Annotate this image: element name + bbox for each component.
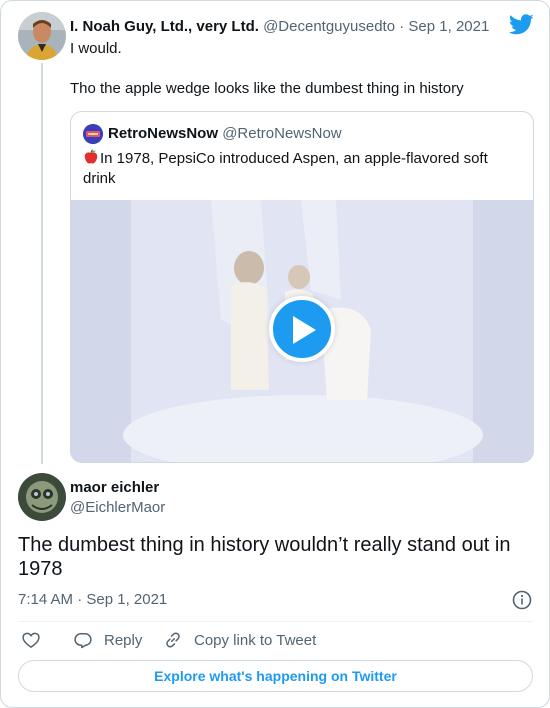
play-icon: [293, 316, 316, 344]
tweet-embed-card: I. Noah Guy, Ltd., very Ltd. @Decentguyu…: [0, 0, 550, 708]
copy-link-button[interactable]: Copy link to Tweet: [163, 629, 316, 651]
reply-handle[interactable]: @EichlerMaor: [70, 498, 165, 518]
like-button[interactable]: [21, 629, 52, 651]
quoted-tweet-text-block: In 1978, PepsiCo introduced Aspen, an ap…: [83, 149, 523, 189]
parent-text-line2: Tho the apple wedge looks like the dumbe…: [70, 80, 464, 97]
quoted-tweet[interactable]: RetroNewsNow @RetroNewsNow In 1978, Peps…: [70, 111, 534, 463]
quoted-author-avatar: [83, 124, 103, 144]
parent-display-name[interactable]: I. Noah Guy, Ltd., very Ltd.: [70, 18, 259, 35]
twitter-bird-icon[interactable]: [509, 14, 534, 35]
header-separator: ·: [399, 18, 405, 35]
reply-button[interactable]: Reply: [73, 629, 142, 651]
parent-author-avatar[interactable]: [18, 12, 66, 60]
thread-connector-line: [41, 63, 43, 464]
info-icon[interactable]: [511, 589, 533, 611]
explore-twitter-button[interactable]: Explore what's happening on Twitter: [18, 660, 533, 692]
play-button[interactable]: [269, 296, 335, 362]
parent-handle[interactable]: @Decentguyusedto: [263, 18, 395, 35]
quoted-tweet-header: RetroNewsNow @RetroNewsNow: [108, 125, 342, 143]
parent-text-line1: I would.: [70, 40, 122, 57]
reply-author-avatar[interactable]: [18, 473, 66, 521]
apple-emoji-icon: [84, 149, 98, 164]
reply-display-name[interactable]: maor eichler: [70, 478, 159, 498]
reply-button-label: Reply: [104, 631, 143, 649]
copy-link-label: Copy link to Tweet: [194, 631, 317, 649]
quoted-handle: @RetroNewsNow: [222, 125, 342, 142]
quoted-display-name: RetroNewsNow: [108, 125, 219, 142]
heart-icon: [22, 632, 40, 648]
action-divider: [18, 621, 533, 622]
quoted-tweet-text: In 1978, PepsiCo introduced Aspen, an ap…: [83, 150, 488, 187]
parent-tweet-text: I would. Tho the apple wedge looks like …: [70, 39, 530, 119]
parent-date[interactable]: Sep 1, 2021: [408, 18, 489, 35]
reply-timestamp[interactable]: 7:14 AM · Sep 1, 2021: [18, 591, 167, 609]
link-icon: [166, 632, 180, 648]
parent-tweet-header: I. Noah Guy, Ltd., very Ltd. @Decentguyu…: [70, 17, 489, 37]
video-thumbnail[interactable]: [71, 200, 533, 462]
reply-icon: [74, 633, 92, 649]
reply-tweet-text: The dumbest thing in history wouldn’t re…: [18, 534, 511, 580]
